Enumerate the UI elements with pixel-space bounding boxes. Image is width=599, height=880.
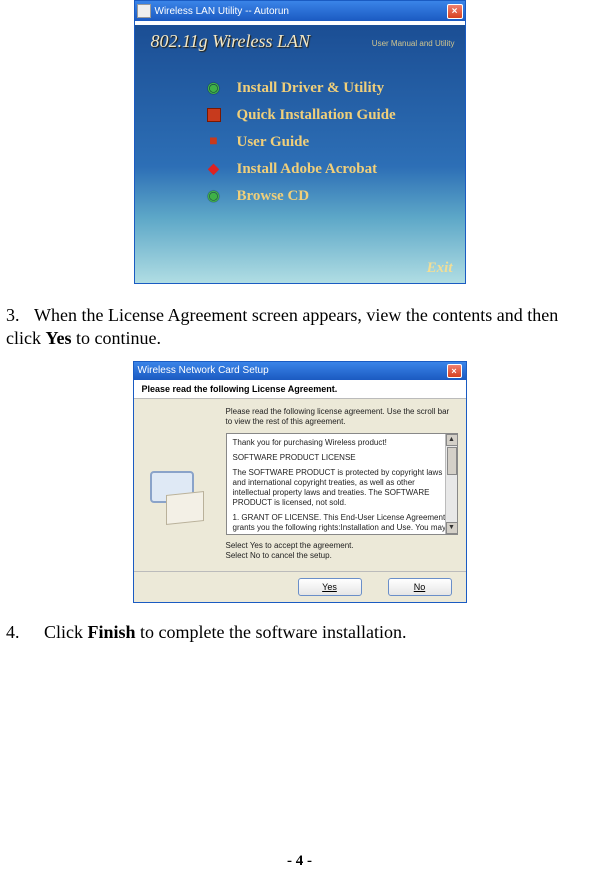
license-buttons: Yes No [142, 578, 458, 596]
menu-label: Browse CD [237, 188, 310, 205]
license-textarea: Thank you for purchasing Wireless produc… [226, 433, 458, 535]
lic-below1: Select Yes to accept the agreement. [226, 541, 458, 551]
close-icon[interactable]: × [447, 364, 462, 378]
menu-browse-cd[interactable]: ◉ Browse CD [205, 187, 465, 205]
step-4-body: Click Finish to complete the software in… [44, 622, 406, 642]
pdf-icon: ◆ [205, 160, 223, 178]
autorun-menu: ◉ Install Driver & Utility Quick Install… [205, 79, 465, 205]
step-4: 4. Click Finish to complete the software … [6, 621, 593, 644]
menu-user-guide[interactable]: ■ User Guide [205, 133, 465, 151]
license-title: Wireless Network Card Setup [138, 365, 269, 376]
cd-icon: ◉ [205, 187, 223, 205]
exit-button[interactable]: Exit [427, 260, 453, 277]
menu-install-acrobat[interactable]: ◆ Install Adobe Acrobat [205, 160, 465, 178]
scroll-up-icon[interactable]: ▲ [446, 434, 458, 446]
menu-quick-guide[interactable]: Quick Installation Guide [205, 106, 465, 124]
lic-below2: Select No to cancel the setup. [226, 551, 458, 561]
menu-label: Quick Installation Guide [237, 107, 396, 124]
scroll-down-icon[interactable]: ▼ [446, 522, 458, 534]
license-window: Wireless Network Card Setup × Please rea… [133, 361, 467, 603]
book-icon: ■ [205, 133, 223, 151]
license-titlebar: Wireless Network Card Setup × [134, 362, 466, 380]
license-intro: Please read the following license agreem… [226, 407, 458, 427]
menu-label: Install Driver & Utility [237, 80, 385, 97]
step4-b: to complete the software installation. [136, 622, 407, 642]
yes-button[interactable]: Yes [298, 578, 362, 596]
close-icon[interactable]: × [447, 4, 463, 19]
step-3-num: 3. [6, 304, 34, 327]
lic-p3: The SOFTWARE PRODUCT is protected by cop… [233, 468, 451, 508]
license-below: Select Yes to accept the agreement. Sele… [226, 541, 458, 561]
autorun-titlebar: Wireless LAN Utility -- Autorun × [135, 1, 465, 21]
banner-main: 802.11g Wireless LAN [151, 31, 311, 52]
lic-p2: SOFTWARE PRODUCT LICENSE [233, 453, 451, 463]
scrollbar[interactable]: ▲ ▼ [445, 434, 457, 534]
step-3-body: When the License Agreement screen appear… [6, 305, 558, 348]
menu-install-driver[interactable]: ◉ Install Driver & Utility [205, 79, 465, 97]
license-body: Please read the following license agreem… [134, 399, 466, 602]
lic-p4: 1. GRANT OF LICENSE. This End-User Licen… [233, 513, 451, 535]
page-number-text: - 4 - [287, 853, 312, 869]
step-4-num: 4. [6, 621, 34, 644]
step3-b: to continue. [71, 328, 160, 348]
no-button[interactable]: No [388, 578, 452, 596]
divider [134, 571, 466, 572]
page-number: - 4 - [0, 853, 599, 870]
lic-p1: Thank you for purchasing Wireless produc… [233, 438, 451, 448]
setup-illustration [140, 457, 212, 529]
autorun-title: Wireless LAN Utility -- Autorun [155, 6, 447, 17]
step4-a: Click [44, 622, 88, 642]
step3-bold: Yes [45, 328, 71, 348]
banner-sub: User Manual and Utility [372, 39, 455, 48]
scroll-thumb[interactable] [447, 447, 457, 475]
license-banner: Please read the following License Agreem… [134, 380, 466, 399]
step4-bold: Finish [88, 622, 136, 642]
step-3: 3.When the License Agreement screen appe… [6, 304, 593, 351]
square-icon [205, 106, 223, 124]
app-icon [137, 4, 151, 18]
autorun-body: 802.11g Wireless LAN User Manual and Uti… [135, 25, 465, 283]
autorun-banner: 802.11g Wireless LAN User Manual and Uti… [145, 25, 455, 65]
menu-label: User Guide [237, 134, 310, 151]
menu-label: Install Adobe Acrobat [237, 161, 378, 178]
disc-icon: ◉ [205, 79, 223, 97]
autorun-window: Wireless LAN Utility -- Autorun × 802.11… [134, 0, 466, 284]
